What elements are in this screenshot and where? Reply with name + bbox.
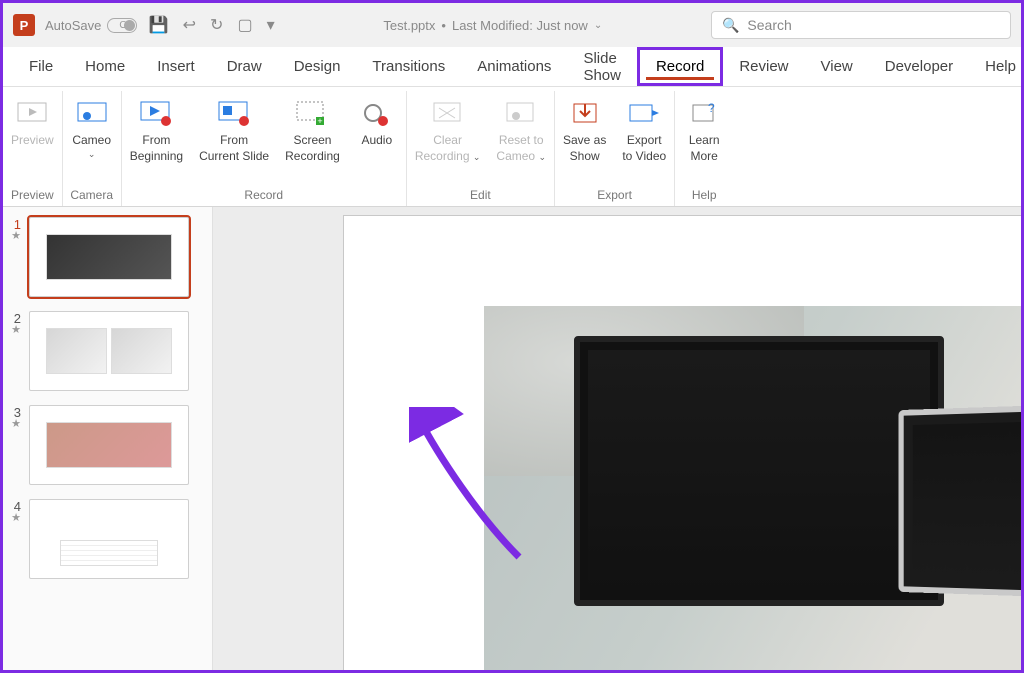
slide-thumbnail-4[interactable]: 4★ xyxy=(9,499,206,579)
quick-access-toolbar: 💾 ↩ ↻ ▢ ▾ xyxy=(149,15,275,35)
workspace: 1★ 2★ 3★ 4★ xyxy=(3,207,1021,670)
modified-label: Last Modified: Just now xyxy=(452,18,588,33)
clear-recording-icon xyxy=(431,97,465,131)
thumbnail-image[interactable] xyxy=(29,311,189,391)
thumbnail-image[interactable] xyxy=(29,499,189,579)
cameo-button[interactable]: Cameo ⌄ xyxy=(63,91,121,186)
group-camera: Cameo ⌄ Camera xyxy=(63,91,122,206)
tab-animations[interactable]: Animations xyxy=(461,50,567,83)
toggle-switch-icon[interactable] xyxy=(107,18,137,33)
svg-text:+: + xyxy=(318,116,323,126)
screen-recording-icon: + xyxy=(295,97,329,131)
slides-panel[interactable]: 1★ 2★ 3★ 4★ xyxy=(3,207,213,670)
tab-record[interactable]: Record xyxy=(637,47,723,86)
group-label-help: Help xyxy=(675,186,733,206)
group-label-preview: Preview xyxy=(3,186,62,206)
thumbnail-image[interactable] xyxy=(29,217,189,297)
group-label-record: Record xyxy=(122,186,406,206)
group-label-export: Export xyxy=(555,186,674,206)
from-current-icon xyxy=(217,97,251,131)
group-record: From Beginning From Current Slide + Scre… xyxy=(122,91,407,206)
tab-review[interactable]: Review xyxy=(723,50,804,83)
slide-canvas-area[interactable] xyxy=(213,207,1021,670)
tab-draw[interactable]: Draw xyxy=(211,50,278,83)
reset-to-cameo-button: Reset to Cameo ⌄ xyxy=(488,91,554,186)
autosave-label: AutoSave xyxy=(45,18,101,33)
preview-button: Preview xyxy=(3,91,62,186)
save-icon[interactable]: 💾 xyxy=(149,15,169,35)
reset-cameo-icon xyxy=(504,97,538,131)
slide-image xyxy=(484,306,1021,670)
present-icon[interactable]: ▢ xyxy=(237,15,252,35)
slide-thumbnail-3[interactable]: 3★ xyxy=(9,405,206,485)
app-icon: P xyxy=(13,14,35,36)
slide-canvas[interactable] xyxy=(343,215,1021,670)
search-placeholder: Search xyxy=(747,17,791,33)
from-beginning-icon xyxy=(139,97,173,131)
chevron-down-icon[interactable]: ⌄ xyxy=(594,20,602,31)
from-beginning-button[interactable]: From Beginning xyxy=(122,91,191,186)
group-export: Save as Show Export to Video Export xyxy=(555,91,675,206)
cameo-icon xyxy=(75,97,109,131)
tab-developer[interactable]: Developer xyxy=(869,50,969,83)
overflow-icon[interactable]: ▾ xyxy=(267,15,275,35)
group-label-edit: Edit xyxy=(407,186,554,206)
tab-insert[interactable]: Insert xyxy=(141,50,211,83)
slide-thumbnail-2[interactable]: 2★ xyxy=(9,311,206,391)
tab-slideshow[interactable]: Slide Show xyxy=(567,42,637,92)
group-label-camera: Camera xyxy=(63,186,121,206)
preview-icon xyxy=(15,97,49,131)
export-to-video-button[interactable]: Export to Video xyxy=(614,91,674,186)
tab-transitions[interactable]: Transitions xyxy=(356,50,461,83)
ribbon-tabs: File Home Insert Draw Design Transitions… xyxy=(3,47,1021,87)
svg-text:?: ? xyxy=(708,102,715,115)
chevron-down-icon: ⌄ xyxy=(88,149,96,160)
tab-home[interactable]: Home xyxy=(69,50,141,83)
group-help: ? Learn More Help xyxy=(675,91,733,206)
tab-file[interactable]: File xyxy=(13,50,69,83)
from-current-slide-button[interactable]: From Current Slide xyxy=(191,91,277,186)
audio-button[interactable]: Audio xyxy=(348,91,406,186)
redo-icon[interactable]: ↻ xyxy=(210,15,223,35)
tab-view[interactable]: View xyxy=(805,50,869,83)
group-edit: Clear Recording ⌄ Reset to Cameo ⌄ Edit xyxy=(407,91,555,206)
group-preview: Preview Preview xyxy=(3,91,63,206)
tab-help[interactable]: Help xyxy=(969,50,1024,83)
learn-more-icon: ? xyxy=(687,97,721,131)
save-as-show-button[interactable]: Save as Show xyxy=(555,91,614,186)
undo-icon[interactable]: ↩ xyxy=(183,15,196,35)
slide-thumbnail-1[interactable]: 1★ xyxy=(9,217,206,297)
title-bar: P AutoSave On 💾 ↩ ↻ ▢ ▾ Test.pptx • Last… xyxy=(3,3,1021,47)
audio-icon xyxy=(360,97,394,131)
search-input[interactable]: 🔍 Search xyxy=(711,11,1011,39)
clear-recording-button: Clear Recording ⌄ xyxy=(407,91,489,186)
autosave-toggle[interactable]: AutoSave On xyxy=(45,18,133,33)
save-as-show-icon xyxy=(568,97,602,131)
export-video-icon xyxy=(627,97,661,131)
ribbon: Preview Preview Cameo ⌄ Camera From Begi xyxy=(3,87,1021,207)
screen-recording-button[interactable]: + Screen Recording xyxy=(277,91,348,186)
tab-design[interactable]: Design xyxy=(278,50,357,83)
search-icon: 🔍 xyxy=(722,17,739,34)
filename: Test.pptx xyxy=(383,18,435,33)
thumbnail-image[interactable] xyxy=(29,405,189,485)
learn-more-button[interactable]: ? Learn More xyxy=(675,91,733,186)
document-title[interactable]: Test.pptx • Last Modified: Just now ⌄ xyxy=(383,18,602,33)
